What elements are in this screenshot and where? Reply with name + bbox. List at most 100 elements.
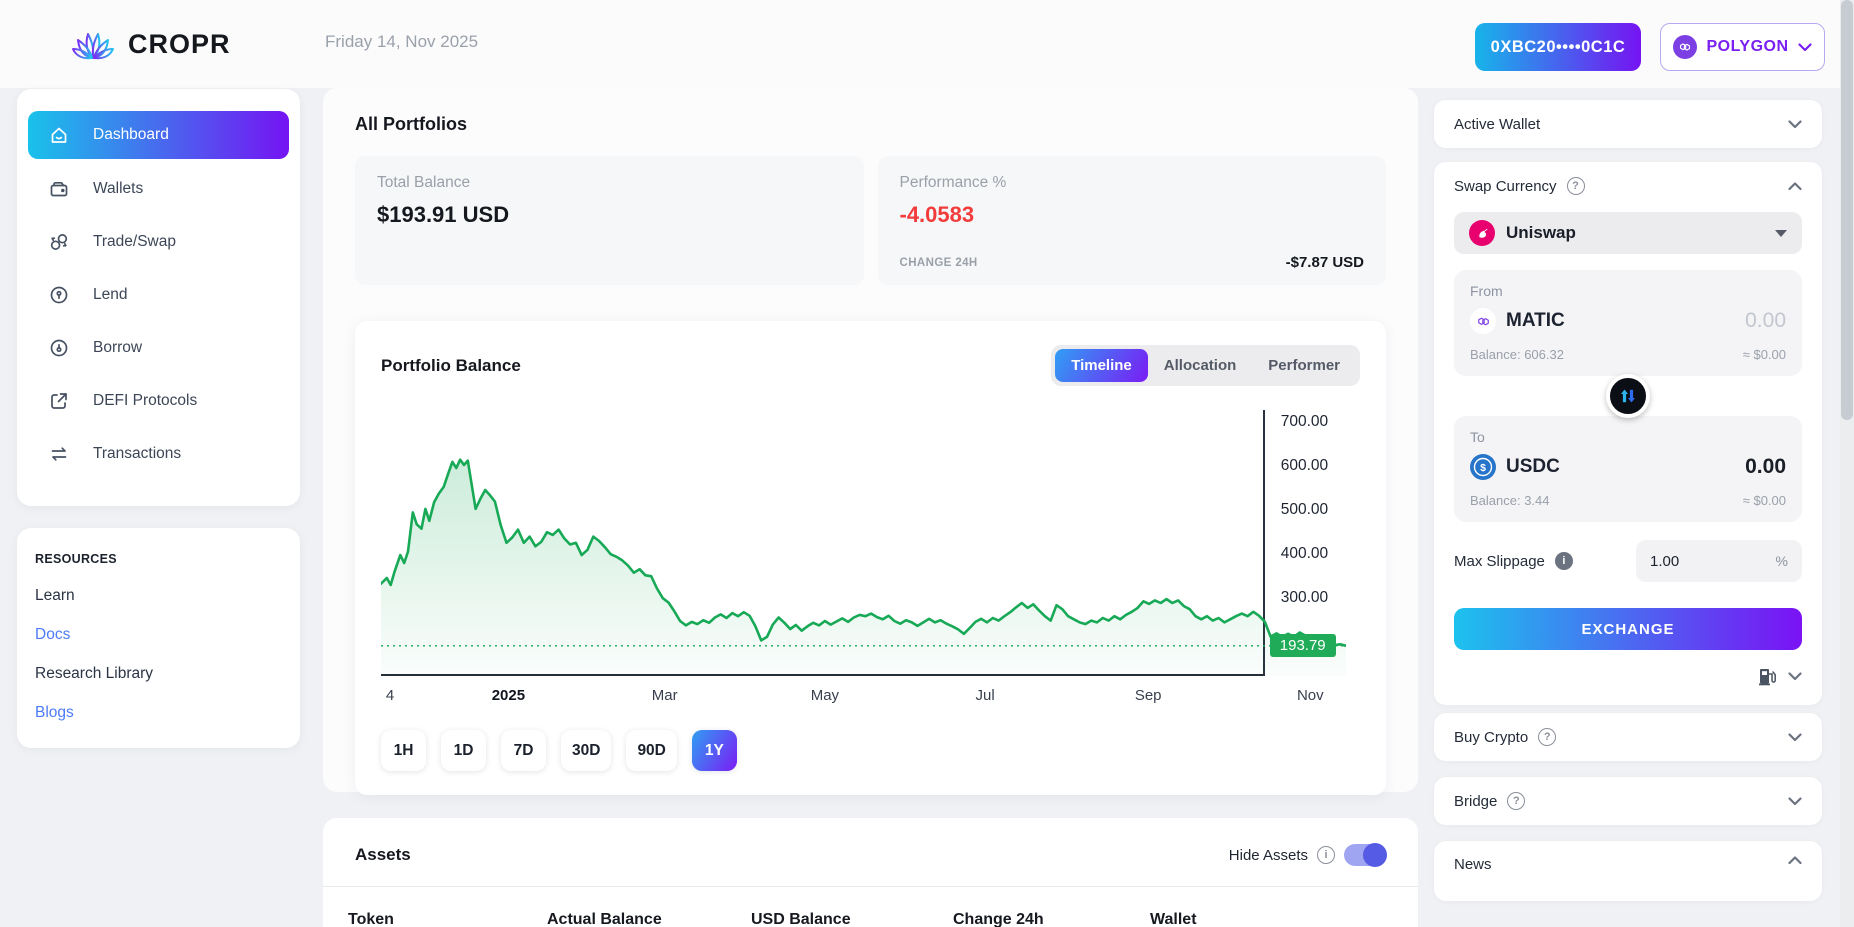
- buy-crypto-card[interactable]: Buy Crypto ?: [1434, 713, 1822, 761]
- polygon-icon: [1673, 35, 1697, 59]
- slippage-input[interactable]: [1650, 553, 1776, 570]
- network-selector-button[interactable]: POLYGON: [1660, 23, 1825, 71]
- sidebar-item-dashboard[interactable]: Dashboard: [28, 111, 289, 159]
- home-icon: [48, 124, 70, 146]
- y-tick-label: 500.00: [1281, 501, 1328, 519]
- x-tick-label: Mar: [652, 687, 678, 704]
- slippage-input-wrap: %: [1636, 540, 1802, 582]
- range-button-90d[interactable]: 90D: [626, 730, 676, 771]
- to-token-name[interactable]: USDC: [1506, 456, 1735, 478]
- total-balance-card: Total Balance $193.91 USD: [355, 156, 864, 285]
- sidebar-item-label: Wallets: [93, 180, 143, 198]
- sidebar-item-lend[interactable]: Lend: [28, 272, 289, 318]
- sidebar-nav: Dashboard Wallets Trade/Swap Lend Borrow: [17, 89, 300, 506]
- chevron-down-icon: [1788, 672, 1802, 681]
- x-tick-label: 2025: [492, 687, 525, 704]
- swap-direction-button[interactable]: [1606, 374, 1650, 418]
- exchange-button[interactable]: EXCHANGE: [1454, 608, 1802, 650]
- slippage-unit: %: [1776, 553, 1788, 569]
- sidebar-item-transactions[interactable]: Transactions: [28, 431, 289, 477]
- x-tick-label: Nov: [1297, 687, 1324, 704]
- help-icon[interactable]: ?: [1507, 792, 1525, 810]
- sidebar-item-label: Lend: [93, 286, 127, 304]
- portfolio-balance-card: Portfolio Balance Timeline Allocation Pe…: [355, 321, 1386, 795]
- brand-logo[interactable]: CROPR: [70, 22, 231, 67]
- range-button-1y[interactable]: 1Y: [692, 730, 737, 771]
- wallet-icon: [48, 178, 70, 200]
- sidebar-item-defi-protocols[interactable]: DEFI Protocols: [28, 378, 289, 424]
- chart-tabs: Timeline Allocation Performer: [1051, 345, 1360, 386]
- x-axis-labels: 42025MarMayJulSepNov: [381, 687, 1346, 709]
- transfer-arrows-icon: [48, 443, 70, 465]
- y-tick-label: 400.00: [1281, 545, 1328, 563]
- buy-crypto-label: Buy Crypto: [1454, 729, 1528, 746]
- tab-performer[interactable]: Performer: [1252, 349, 1356, 382]
- from-label: From: [1470, 283, 1786, 299]
- tab-allocation[interactable]: Allocation: [1148, 349, 1253, 382]
- bridge-label: Bridge: [1454, 793, 1497, 810]
- range-button-1d[interactable]: 1D: [441, 730, 486, 771]
- x-tick-label: Sep: [1135, 687, 1162, 704]
- x-tick-label: 4: [386, 687, 394, 704]
- x-tick-label: May: [811, 687, 839, 704]
- column-token: Token: [348, 911, 547, 927]
- help-icon[interactable]: ?: [1567, 177, 1585, 195]
- chevron-down-icon: [1798, 43, 1812, 52]
- portfolio-balance-title: Portfolio Balance: [381, 356, 521, 376]
- max-slippage-label: Max Slippage: [1454, 553, 1545, 570]
- current-date: Friday 14, Nov 2025: [325, 32, 478, 52]
- toggle-knob: [1363, 843, 1387, 867]
- swap-provider-select[interactable]: Uniswap: [1454, 212, 1802, 254]
- bridge-card[interactable]: Bridge ?: [1434, 777, 1822, 825]
- resources-link-research-library[interactable]: Research Library: [35, 665, 284, 683]
- caret-down-icon: [1775, 230, 1787, 237]
- swap-currency-header[interactable]: Swap Currency ?: [1454, 177, 1802, 195]
- news-label: News: [1454, 856, 1492, 873]
- y-axis-labels: 193.79 700.00600.00500.00400.00300.00: [1265, 410, 1360, 676]
- scrollbar-thumb[interactable]: [1841, 0, 1853, 420]
- swap-from-pane[interactable]: From MATIC 0.00 Balance: 606.32 ≈ $0.00: [1454, 270, 1802, 376]
- range-button-1h[interactable]: 1H: [381, 730, 426, 771]
- sidebar-item-wallets[interactable]: Wallets: [28, 166, 289, 212]
- range-button-7d[interactable]: 7D: [501, 730, 546, 771]
- usdc-icon: $: [1470, 454, 1496, 480]
- assets-table-header: Token Actual Balance USD Balance Change …: [323, 887, 1418, 927]
- from-token-name[interactable]: MATIC: [1506, 310, 1735, 332]
- info-icon[interactable]: i: [1555, 552, 1573, 570]
- wallet-address-button[interactable]: 0XBC20••••0C1C: [1475, 23, 1641, 71]
- matic-icon: [1470, 308, 1496, 334]
- news-card[interactable]: News: [1434, 841, 1822, 901]
- gas-settings-row[interactable]: [1454, 665, 1802, 687]
- to-amount-input[interactable]: 0.00: [1745, 455, 1786, 479]
- hide-assets-toggle[interactable]: [1344, 844, 1386, 866]
- topbar: CROPR Friday 14, Nov 2025 0XBC20••••0C1C…: [0, 0, 1854, 88]
- performance-card: Performance % -4.0583 CHANGE 24H -$7.87 …: [878, 156, 1387, 285]
- portfolio-stats: Total Balance $193.91 USD Performance % …: [355, 156, 1386, 285]
- sidebar-item-label: Borrow: [93, 339, 142, 357]
- to-usd-estimate: ≈ $0.00: [1743, 493, 1786, 508]
- brand-name: CROPR: [128, 29, 231, 60]
- scrollbar-track[interactable]: [1840, 0, 1854, 927]
- sidebar-item-trade-swap[interactable]: Trade/Swap: [28, 219, 289, 265]
- resources-link-blogs[interactable]: Blogs: [35, 704, 284, 722]
- to-label: To: [1470, 429, 1786, 445]
- sidebar-item-label: Transactions: [93, 445, 181, 463]
- range-buttons: 1H 1D 7D 30D 90D 1Y: [381, 730, 1360, 771]
- range-button-30d[interactable]: 30D: [561, 730, 611, 771]
- column-usd-balance: USD Balance: [751, 911, 953, 927]
- active-wallet-card[interactable]: Active Wallet: [1434, 100, 1822, 148]
- resources-link-learn[interactable]: Learn: [35, 587, 284, 605]
- help-icon[interactable]: ?: [1538, 728, 1556, 746]
- assets-card: Assets Hide Assets i Token Actual Balanc…: [323, 818, 1418, 927]
- sidebar-item-borrow[interactable]: Borrow: [28, 325, 289, 371]
- portfolio-chart-plot[interactable]: [381, 410, 1265, 676]
- info-icon[interactable]: i: [1317, 846, 1335, 864]
- resources-link-docs[interactable]: Docs: [35, 626, 284, 644]
- uniswap-icon: [1469, 220, 1495, 246]
- swap-to-pane[interactable]: To $ USDC 0.00 Balance: 3.44 ≈ $0.00: [1454, 416, 1802, 522]
- from-usd-estimate: ≈ $0.00: [1743, 347, 1786, 362]
- topbar-actions: 0XBC20••••0C1C POLYGON: [1475, 23, 1825, 71]
- tab-timeline[interactable]: Timeline: [1055, 349, 1148, 382]
- swap-currency-label: Swap Currency: [1454, 178, 1557, 195]
- from-amount-input[interactable]: 0.00: [1745, 309, 1786, 333]
